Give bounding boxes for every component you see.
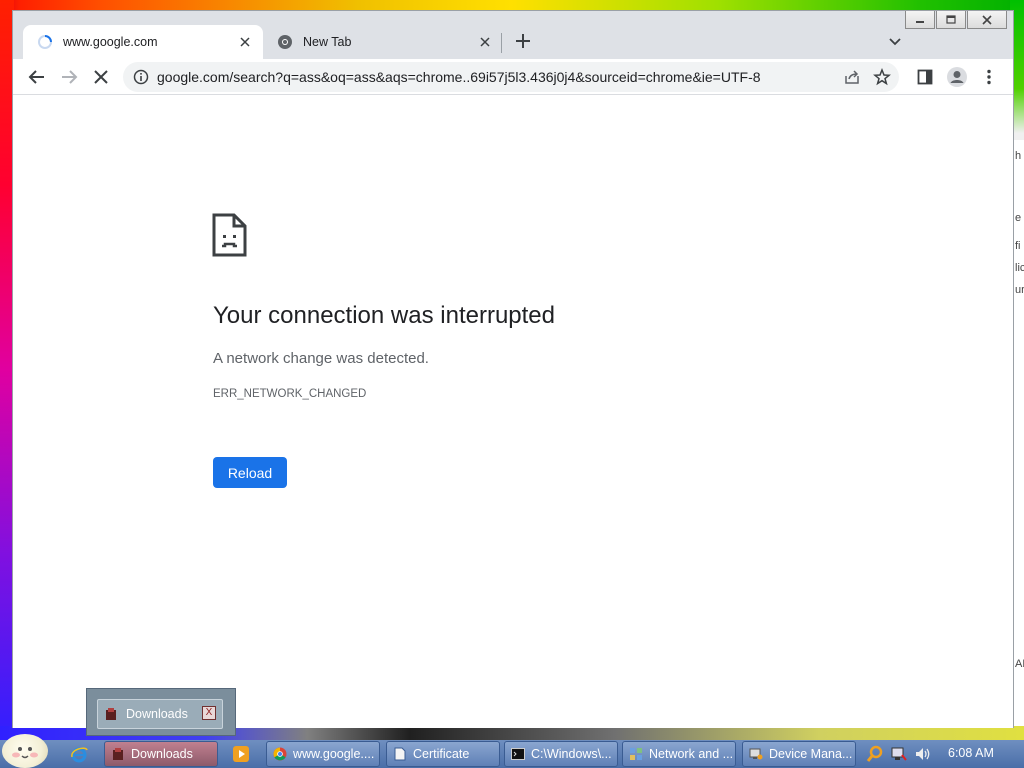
chrome-icon bbox=[278, 35, 292, 49]
network-tray-icon[interactable] bbox=[890, 745, 908, 763]
taskbar-item-label: Network and ... bbox=[649, 747, 734, 761]
tab-title: www.google.com bbox=[63, 35, 158, 49]
arrow-right-icon bbox=[62, 70, 78, 84]
stop-loading-button[interactable] bbox=[89, 65, 113, 89]
browser-window: www.google.com New Tab google.com/search… bbox=[12, 10, 1014, 728]
info-icon[interactable] bbox=[133, 69, 149, 85]
side-panel-button[interactable] bbox=[913, 65, 937, 89]
start-button[interactable] bbox=[2, 734, 48, 768]
taskbar-item-label: Device Mana... bbox=[769, 747, 853, 761]
tab-close-button[interactable] bbox=[237, 34, 253, 51]
tab-separator bbox=[501, 33, 502, 53]
bookmark-star-icon[interactable] bbox=[873, 68, 891, 86]
kebab-menu-icon bbox=[987, 69, 991, 85]
taskbar-item-label: C:\Windows\... bbox=[531, 747, 612, 761]
tab-search-button[interactable] bbox=[885, 31, 905, 51]
loading-spinner-icon bbox=[38, 35, 52, 49]
tab-new-tab[interactable]: New Tab bbox=[263, 25, 503, 59]
arrow-left-icon bbox=[28, 70, 44, 84]
back-button[interactable] bbox=[25, 65, 49, 89]
address-bar[interactable]: google.com/search?q=ass&oq=ass&aqs=chrom… bbox=[123, 62, 899, 92]
downloads-icon bbox=[106, 708, 116, 720]
volume-icon[interactable] bbox=[914, 745, 932, 763]
chrome-icon bbox=[273, 747, 287, 761]
close-window-button[interactable] bbox=[967, 11, 1007, 29]
clock[interactable]: 6:08 AM bbox=[948, 746, 994, 760]
background-window-text: h bbox=[1015, 150, 1022, 162]
share-icon[interactable] bbox=[843, 68, 861, 86]
stop-x-icon bbox=[94, 70, 108, 84]
window-controls bbox=[904, 11, 1007, 29]
reload-button[interactable]: Reload bbox=[213, 457, 287, 488]
profile-button[interactable] bbox=[945, 65, 969, 89]
error-code[interactable]: ERR_NETWORK_CHANGED bbox=[213, 388, 366, 400]
taskbar-item-label: www.google.... bbox=[293, 747, 375, 761]
device-manager-icon bbox=[749, 748, 763, 760]
taskbar-item-chrome[interactable]: www.google.... bbox=[266, 741, 380, 767]
menu-button[interactable] bbox=[977, 65, 1001, 89]
close-icon bbox=[982, 14, 992, 25]
taskbar-item-device-manager[interactable]: Device Mana... bbox=[742, 741, 856, 767]
address-text[interactable]: google.com/search?q=ass&oq=ass&aqs=chrom… bbox=[157, 69, 761, 85]
start-orb-icon bbox=[12, 747, 38, 759]
background-window-text: e bbox=[1015, 212, 1022, 224]
downloads-icon bbox=[113, 748, 123, 760]
taskbar-item-network[interactable]: Network and ... bbox=[622, 741, 736, 767]
sad-document-icon bbox=[212, 213, 247, 257]
network-icon bbox=[630, 748, 642, 760]
new-tab-button[interactable] bbox=[511, 29, 535, 53]
cmd-icon bbox=[511, 748, 525, 760]
error-subtitle: A network change was detected. bbox=[213, 350, 429, 367]
restore-button[interactable] bbox=[936, 11, 966, 29]
background-window-text: fi bbox=[1015, 240, 1021, 252]
search-icon[interactable] bbox=[866, 745, 884, 763]
error-page: Your connection was interrupted A networ… bbox=[13, 96, 1013, 728]
background-window-text: ur bbox=[1015, 284, 1024, 296]
taskbar-item-certificate[interactable]: Certificate bbox=[386, 741, 500, 767]
error-title: Your connection was interrupted bbox=[213, 302, 555, 329]
background-window-text: AM bbox=[1015, 658, 1024, 670]
media-player-icon[interactable] bbox=[232, 745, 250, 763]
taskbar-item-downloads[interactable]: Downloads bbox=[104, 741, 218, 767]
toolbar: google.com/search?q=ass&oq=ass&aqs=chrom… bbox=[13, 59, 1013, 95]
system-tray bbox=[860, 740, 1024, 768]
minimize-button[interactable] bbox=[905, 11, 935, 29]
background-window-text: lic bbox=[1015, 262, 1024, 274]
restore-icon bbox=[946, 15, 956, 24]
side-panel-icon bbox=[917, 69, 933, 85]
taskbar-item-label: Certificate bbox=[413, 747, 470, 761]
thumbnail-label: Downloads bbox=[126, 707, 188, 721]
tab-title: New Tab bbox=[303, 35, 352, 49]
minimize-icon bbox=[916, 20, 924, 23]
title-bar: www.google.com New Tab bbox=[13, 11, 1013, 59]
document-icon bbox=[394, 747, 406, 761]
tab-close-button[interactable] bbox=[477, 34, 493, 51]
thumbnail-close-button[interactable]: X bbox=[202, 706, 216, 720]
close-icon bbox=[480, 36, 490, 47]
avatar-icon bbox=[947, 67, 967, 87]
chevron-down-icon bbox=[889, 38, 901, 46]
taskbar-item-cmd[interactable]: C:\Windows\... bbox=[504, 741, 618, 767]
taskbar: Downloads www.google.... Certificate C:\… bbox=[0, 734, 1024, 768]
close-icon bbox=[240, 36, 250, 47]
taskbar-item-label: Downloads bbox=[131, 747, 193, 761]
tab-google[interactable]: www.google.com bbox=[23, 25, 263, 59]
forward-button[interactable] bbox=[57, 65, 81, 89]
plus-icon bbox=[516, 34, 530, 48]
internet-explorer-icon[interactable] bbox=[70, 745, 88, 763]
